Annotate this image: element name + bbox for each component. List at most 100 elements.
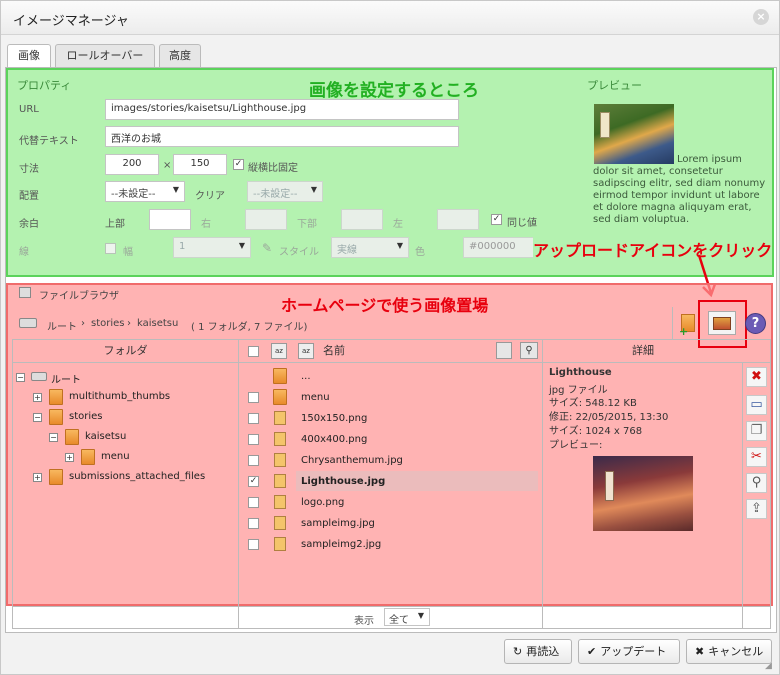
folder-icon — [65, 429, 79, 445]
select-all-checkbox[interactable] — [248, 346, 259, 357]
sort-type-icon[interactable]: az — [271, 343, 287, 359]
view-list-icon[interactable] — [496, 342, 512, 359]
tree-item-root[interactable]: ルート — [51, 371, 81, 391]
file-row-sampleimg2[interactable]: sampleimg2.jpg — [301, 539, 381, 559]
titlebar: イメージマネージャ × — [1, 1, 779, 35]
border-style-select[interactable]: 実線 ▼ — [331, 237, 409, 258]
chevron-down-icon: ▼ — [172, 185, 179, 194]
image-file-icon — [274, 411, 286, 425]
border-checkbox[interactable] — [105, 243, 116, 254]
url-label: URL — [19, 104, 39, 115]
file-row-400[interactable]: 400x400.png — [301, 434, 367, 454]
folder-icon — [49, 469, 63, 485]
file-browser-icon — [19, 287, 31, 298]
refresh-button[interactable]: ↻ 再読込 — [504, 639, 572, 664]
new-folder-icon[interactable]: + — [678, 311, 698, 338]
border-width-select[interactable]: 1 ▼ — [173, 237, 251, 258]
tree-expander[interactable]: − — [16, 373, 25, 382]
tree-item-menu[interactable]: menu — [101, 451, 130, 471]
detail-lighthouse-shape — [605, 471, 614, 501]
margin-bottom-label: 下部 — [297, 219, 317, 230]
show-filter-value: 全て — [389, 615, 409, 626]
margin-top-field[interactable] — [149, 209, 191, 230]
tree-item-submissions[interactable]: submissions_attached_files — [69, 471, 205, 491]
width-field[interactable]: 200 — [105, 154, 159, 175]
file-row-logo[interactable]: logo.png — [301, 497, 344, 517]
file-checkbox[interactable] — [248, 413, 259, 424]
same-value-checkbox[interactable]: ✓ — [491, 214, 502, 225]
rename-icon[interactable]: ▭ — [746, 395, 767, 415]
file-row-up[interactable]: ... — [301, 371, 311, 391]
file-row-sampleimg[interactable]: sampleimg.jpg — [301, 518, 375, 538]
show-label: 表示 — [354, 616, 374, 627]
margin-top-label: 上部 — [105, 219, 125, 230]
delete-icon[interactable]: ✖ — [746, 367, 767, 387]
preview-heading: プレビュー — [587, 79, 642, 92]
file-checkbox[interactable] — [248, 518, 259, 529]
file-checkbox[interactable] — [248, 455, 259, 466]
margin-left-field[interactable] — [437, 209, 479, 230]
tree-expander[interactable]: + — [65, 453, 74, 462]
tree-expander[interactable]: − — [33, 413, 42, 422]
clear-select[interactable]: --未設定-- ▼ — [247, 181, 323, 202]
sort-name-icon[interactable]: az — [298, 343, 314, 359]
file-checkbox[interactable] — [248, 539, 259, 550]
properties-heading: プロパティ — [17, 79, 72, 92]
border-color-label: 色 — [415, 247, 425, 258]
border-label: 線 — [19, 247, 29, 258]
chevron-down-icon: ▼ — [396, 241, 403, 250]
tree-expander[interactable]: + — [33, 393, 42, 402]
file-checkbox[interactable] — [248, 392, 259, 403]
file-row-menu[interactable]: menu — [301, 392, 330, 412]
margin-right-field[interactable] — [245, 209, 287, 230]
file-row-150[interactable]: 150x150.png — [301, 413, 367, 433]
tree-item-kaisetsu[interactable]: kaisetsu — [85, 431, 126, 451]
tab-image[interactable]: 画像 — [7, 44, 51, 69]
keep-ratio-label: 縦横比固定 — [248, 163, 298, 174]
tree-expander[interactable]: + — [33, 473, 42, 482]
file-checkbox[interactable] — [248, 497, 259, 508]
detail-preview-label: プレビュー: — [549, 440, 603, 451]
copy-icon[interactable]: ❐ — [746, 421, 767, 441]
tree-expander[interactable]: − — [49, 433, 58, 442]
breadcrumb-stories[interactable]: stories — [91, 318, 125, 329]
alt-text-field[interactable]: 西洋のお城 — [105, 126, 459, 147]
name-column-header[interactable]: 名前 — [323, 340, 345, 362]
image-file-icon — [274, 537, 286, 551]
search-icon[interactable]: ⚲ — [520, 342, 538, 359]
tab-rollover[interactable]: ロールオーバー — [55, 44, 155, 68]
upload-icon[interactable] — [708, 311, 736, 335]
window-title: イメージマネージャ — [13, 14, 129, 29]
image-file-icon — [274, 474, 286, 488]
details-column-header: 詳細 — [632, 344, 654, 357]
tab-advanced[interactable]: 高度 — [159, 44, 201, 68]
tree-item-multithumb[interactable]: multithumb_thumbs — [69, 391, 170, 411]
file-checkbox[interactable] — [248, 434, 259, 445]
help-icon[interactable]: ? — [745, 313, 766, 334]
cancel-button[interactable]: ✖ キャンセル — [686, 639, 772, 664]
insert-icon[interactable]: ⇪ — [746, 499, 767, 519]
cut-icon[interactable]: ✂ — [746, 447, 767, 467]
margin-right-label: 右 — [201, 219, 211, 230]
close-icon[interactable]: × — [753, 9, 769, 25]
show-filter-select[interactable]: 全て ▼ — [384, 608, 430, 626]
resize-grip-icon[interactable]: ◢ — [765, 661, 772, 671]
view-icon[interactable]: ⚲ — [746, 473, 767, 493]
file-row-lighthouse[interactable]: Lighthouse.jpg — [301, 476, 385, 496]
file-checkbox-selected[interactable]: ✓ — [248, 476, 259, 487]
breadcrumb-root[interactable]: ルート — [47, 318, 77, 333]
border-color-field[interactable]: #000000 — [463, 237, 537, 258]
update-label: アップデート — [600, 645, 667, 658]
keep-ratio-checkbox[interactable]: ✓ — [233, 159, 244, 170]
alt-label: 代替テキスト — [19, 136, 79, 147]
height-field[interactable]: 150 — [173, 154, 227, 175]
align-value: --未設定-- — [111, 189, 156, 200]
breadcrumb-kaisetsu[interactable]: kaisetsu — [137, 318, 178, 329]
margin-bottom-field[interactable] — [341, 209, 383, 230]
tree-item-stories[interactable]: stories — [69, 411, 103, 431]
update-button[interactable]: ✔ アップデート — [578, 639, 680, 664]
folder-column-header: フォルダ — [103, 344, 148, 357]
url-field[interactable]: images/stories/kaisetsu/Lighthouse.jpg — [105, 99, 459, 120]
align-select[interactable]: --未設定-- ▼ — [105, 181, 185, 202]
breadcrumb-sep: › — [127, 318, 131, 329]
